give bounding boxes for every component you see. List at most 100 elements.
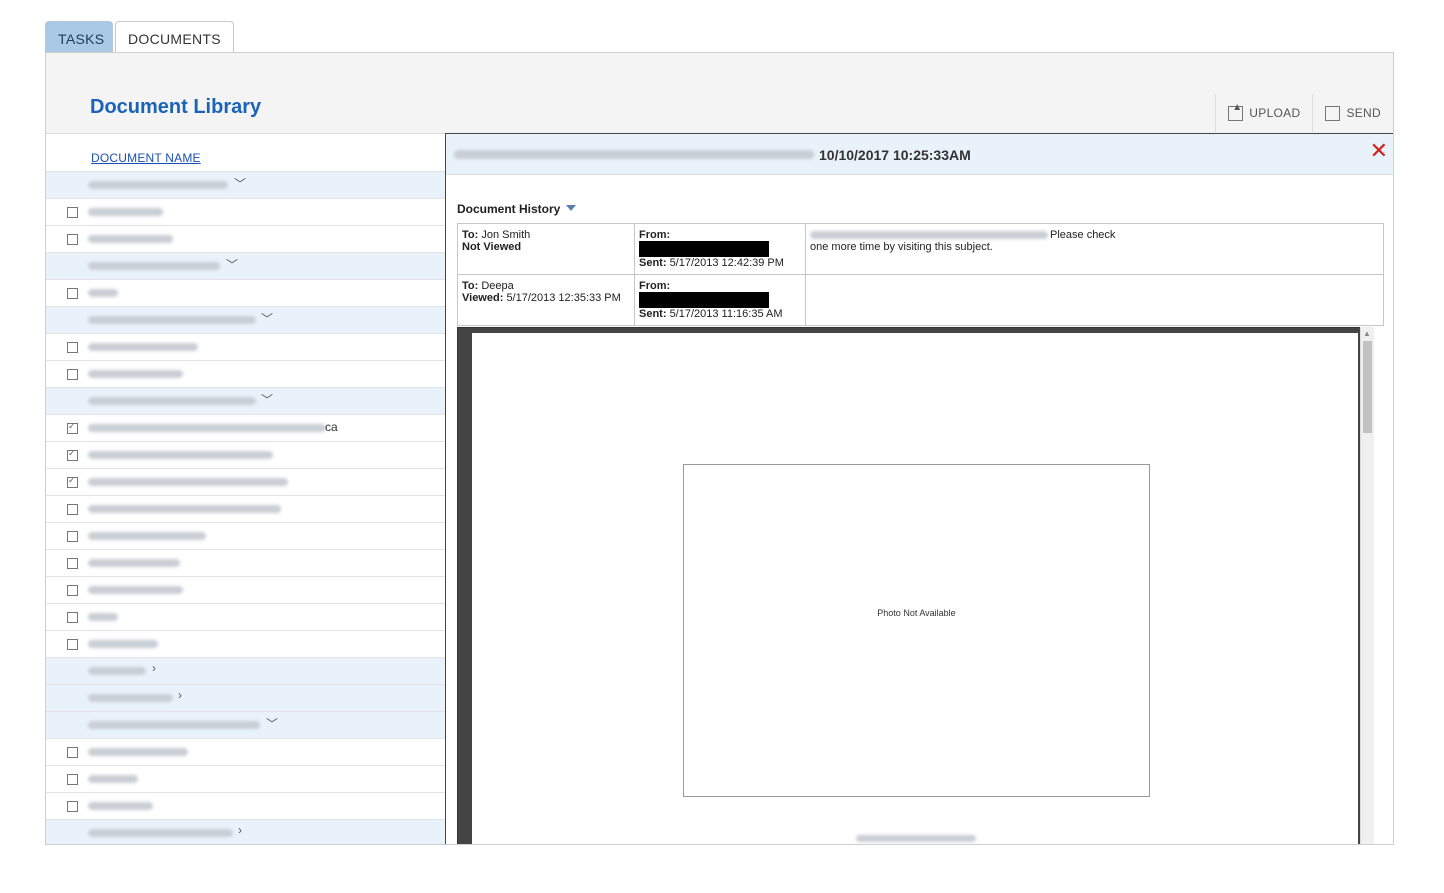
checkbox-checked[interactable] (67, 475, 78, 488)
checkbox[interactable] (67, 207, 78, 218)
category-row[interactable]: › (46, 658, 445, 685)
blurred-document[interactable] (88, 748, 188, 756)
to-value: Jon Smith (481, 229, 531, 241)
edit-icon (1325, 105, 1341, 121)
checkbox[interactable] (67, 288, 78, 299)
to-label: To: (462, 229, 479, 241)
checkbox[interactable] (67, 585, 78, 596)
checkbox[interactable] (67, 801, 78, 812)
document-history-toggle[interactable]: Document History (457, 202, 577, 216)
checkbox[interactable] (67, 774, 78, 785)
chevron-right-icon: › (238, 823, 242, 837)
table-row: To: Jon Smith Not Viewed From: Sent: 5/1… (457, 223, 1384, 275)
preview-scrollbar[interactable]: ▲ (1360, 327, 1374, 844)
preview-page: Photo Not Available (472, 333, 1358, 844)
list-item (46, 199, 445, 226)
send-button[interactable]: SEND (1313, 94, 1393, 132)
sender-cell: From: Sent: 5/17/2013 12:42:39 PM (634, 223, 806, 275)
sent-value: 5/17/2013 12:42:39 PM (669, 257, 784, 269)
list-item (46, 334, 445, 361)
blurred-document[interactable] (88, 559, 180, 567)
list-item (46, 361, 445, 388)
tab-tasks[interactable]: TASKS (45, 21, 113, 52)
blurred-category (88, 397, 256, 405)
close-icon[interactable]: ✕ (1370, 140, 1388, 162)
category-row[interactable]: ﹀ (46, 307, 445, 334)
blurred-document[interactable] (88, 802, 153, 810)
chevron-down-icon: ﹀ (261, 312, 274, 326)
blurred-category (88, 181, 228, 189)
blurred-document[interactable] (88, 478, 288, 486)
sent-value: 5/17/2013 11:16:35 AM (669, 308, 783, 320)
checkbox[interactable] (67, 504, 78, 515)
blurred-document[interactable] (88, 208, 163, 216)
blurred-document-title (454, 150, 814, 159)
sent-label: Sent: (639, 308, 667, 320)
blurred-document[interactable] (88, 343, 198, 351)
checkbox[interactable] (67, 558, 78, 569)
list-item (46, 577, 445, 604)
list-item: ca (46, 415, 445, 442)
scroll-thumb[interactable] (1363, 341, 1372, 433)
blurred-category (88, 262, 220, 270)
list-item (46, 469, 445, 496)
blurred-category (88, 721, 260, 729)
recipient-cell: To: Jon Smith Not Viewed (457, 223, 635, 275)
chevron-right-icon: › (152, 661, 156, 675)
photo-placeholder: Photo Not Available (683, 464, 1150, 797)
view-status: Viewed: (462, 292, 504, 304)
list-item (46, 496, 445, 523)
from-label: From: (639, 229, 671, 241)
blurred-document[interactable] (88, 289, 118, 297)
page-title: Document Library (90, 96, 262, 118)
category-row[interactable]: › (46, 820, 445, 844)
checkbox[interactable] (67, 531, 78, 542)
tab-bar: TASKS DOCUMENTS (45, 21, 234, 53)
upload-timestamp: 10/10/2017 10:25:33AM (819, 147, 971, 163)
category-row[interactable]: › (46, 685, 445, 712)
blurred-document[interactable] (88, 451, 273, 459)
checkbox[interactable] (67, 639, 78, 650)
blurred-document[interactable] (88, 505, 281, 513)
category-row[interactable]: ﹀ (46, 253, 445, 280)
blurred-category (88, 694, 173, 702)
category-row[interactable]: ﹀ (46, 172, 445, 199)
category-row[interactable]: ﹀ (46, 712, 445, 739)
checkbox-checked[interactable] (67, 448, 78, 461)
checkbox[interactable] (67, 747, 78, 758)
blurred-document[interactable] (88, 640, 158, 648)
checkbox[interactable] (67, 369, 78, 380)
blurred-document[interactable] (88, 370, 183, 378)
list-item (46, 793, 445, 820)
blurred-document[interactable] (88, 532, 206, 540)
blurred-document[interactable] (88, 586, 183, 594)
sent-label: Sent: (639, 257, 667, 269)
chevron-down-icon: ﹀ (261, 393, 274, 407)
documents-panel: Document Library ▲ UPLOAD SEND DOCUMENT … (45, 52, 1394, 845)
recipient-cell: To: Deepa Viewed: 5/17/2013 12:35:33 PM (457, 274, 635, 326)
document-name-suffix[interactable]: ca (325, 420, 338, 434)
checkbox[interactable] (67, 612, 78, 623)
blurred-document[interactable] (88, 775, 138, 783)
blurred-document[interactable] (88, 613, 118, 621)
upload-label: UPLOAD (1249, 106, 1301, 120)
scroll-up-icon[interactable]: ▲ (1363, 329, 1371, 338)
table-row: To: Deepa Viewed: 5/17/2013 12:35:33 PM … (457, 274, 1384, 326)
tab-documents[interactable]: DOCUMENTS (115, 21, 234, 53)
blurred-document[interactable] (88, 235, 173, 243)
list-item (46, 442, 445, 469)
document-preview: Photo Not Available (457, 327, 1373, 844)
chevron-down-icon: ﹀ (226, 258, 239, 272)
blurred-document[interactable] (88, 424, 326, 432)
checkbox[interactable] (67, 342, 78, 353)
document-name-sort-link[interactable]: DOCUMENT NAME (91, 151, 201, 165)
list-item (46, 523, 445, 550)
checkbox[interactable] (67, 234, 78, 245)
upload-button[interactable]: ▲ UPLOAD (1216, 94, 1314, 132)
list-item (46, 739, 445, 766)
blurred-caption (856, 835, 976, 842)
from-label: From: (639, 280, 671, 292)
checkbox-checked[interactable] (67, 421, 78, 434)
list-item (46, 226, 445, 253)
category-row[interactable]: ﹀ (46, 388, 445, 415)
